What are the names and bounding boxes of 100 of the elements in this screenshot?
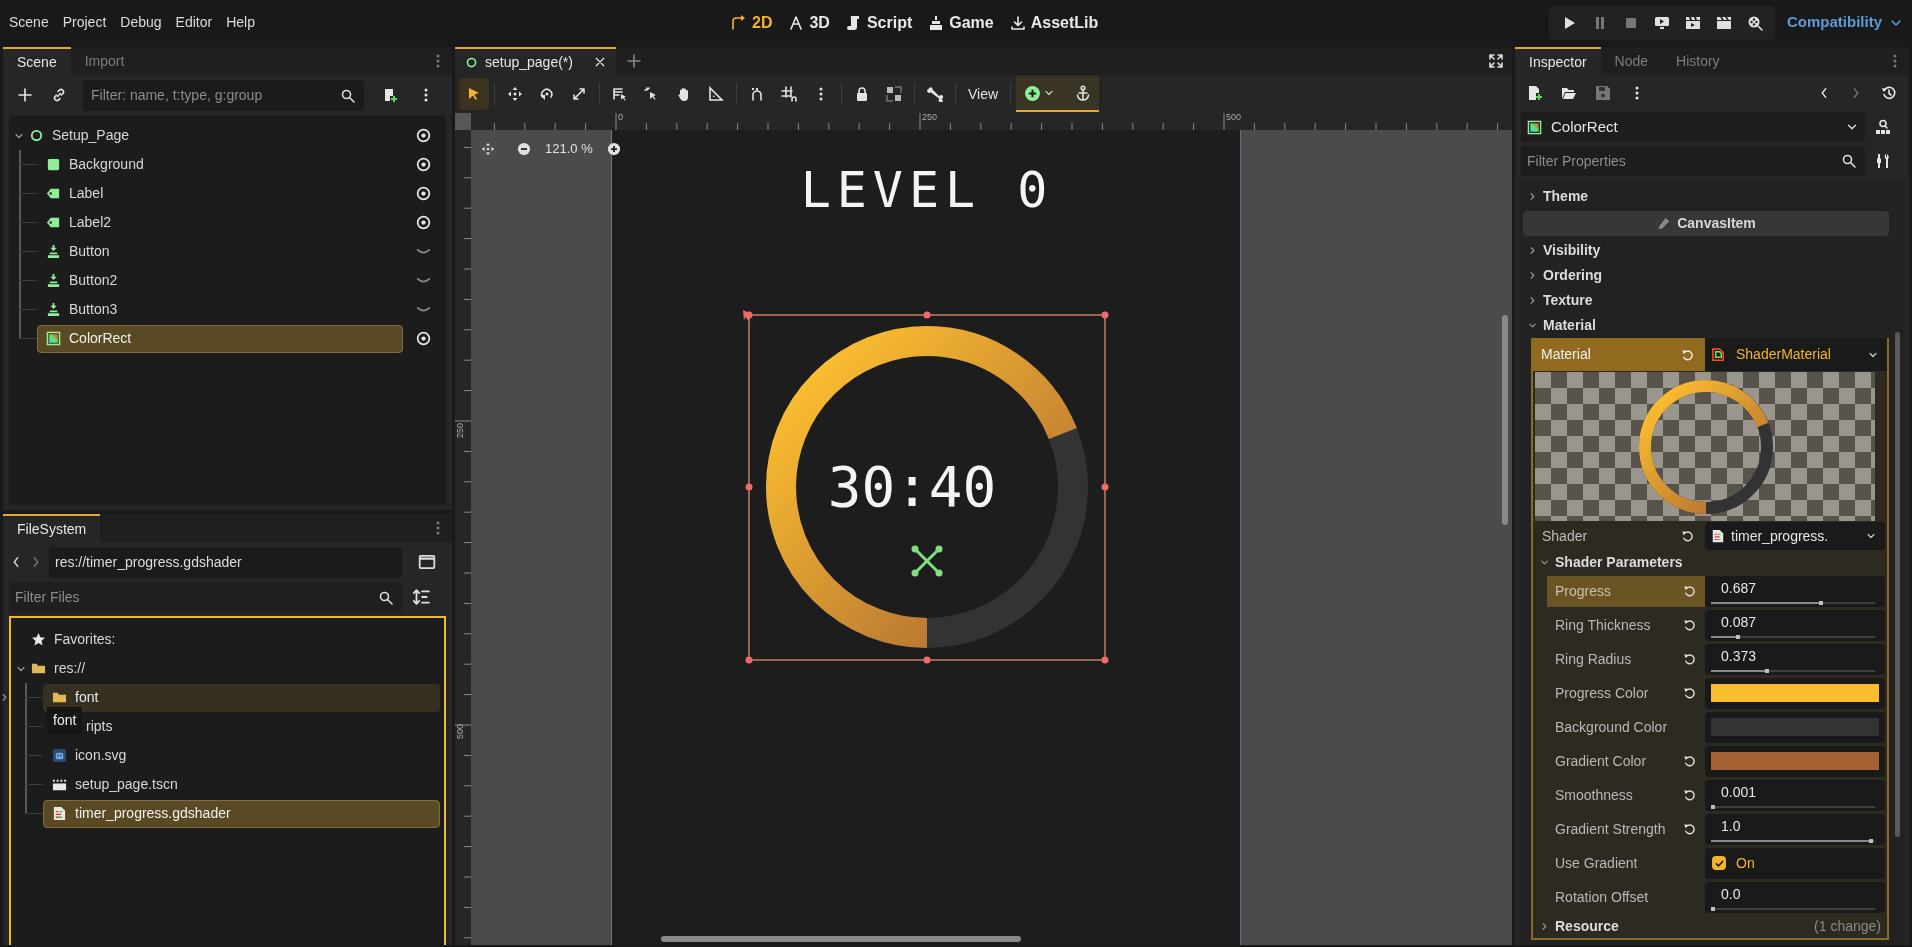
filter-field[interactable]: Filter Properties: [1521, 146, 1865, 176]
tree-item[interactable]: Label2: [37, 208, 403, 237]
tools-icon[interactable]: [1875, 153, 1891, 169]
add-icon[interactable]: [17, 87, 33, 103]
lock-icon[interactable]: [854, 86, 870, 102]
window-icon[interactable]: [418, 553, 436, 571]
dock-tab[interactable]: FileSystem: [3, 514, 101, 542]
number-slider[interactable]: 0.0: [1705, 881, 1885, 913]
eye-icon[interactable]: [415, 185, 432, 202]
group-icon[interactable]: [886, 86, 902, 102]
scrollbar-thumb[interactable]: [1502, 315, 1508, 525]
new-file-icon[interactable]: [1527, 84, 1543, 101]
dock-tab[interactable]: Scene: [3, 47, 71, 75]
chevron-right-icon[interactable]: [0, 692, 10, 703]
eye-icon[interactable]: [415, 330, 432, 347]
menu-item[interactable]: Project: [55, 8, 114, 37]
workspace-tab[interactable]: AssetLib: [1002, 6, 1106, 39]
revert-icon[interactable]: [1683, 584, 1697, 598]
workspace-tab[interactable]: Script: [838, 6, 920, 39]
tree-item[interactable]: icon.svg: [43, 741, 440, 770]
eye-icon[interactable]: [415, 156, 432, 173]
tool-button[interactable]: [459, 78, 489, 110]
dock-tab[interactable]: Import: [70, 47, 139, 75]
add-tab-icon[interactable]: [625, 53, 642, 69]
node-selector[interactable]: ColorRect: [1521, 112, 1865, 142]
filter-field[interactable]: Filter: name, t:type, g:group: [83, 79, 364, 111]
menu-item[interactable]: Scene: [2, 8, 56, 37]
number-slider[interactable]: 0.001: [1705, 779, 1885, 811]
slider-handle[interactable]: [1869, 839, 1873, 843]
tree-item[interactable]: ColorRect: [37, 324, 403, 353]
section-header[interactable]: Visibility: [1523, 238, 1889, 263]
color-field[interactable]: [1705, 711, 1885, 743]
revert-icon[interactable]: [1683, 618, 1697, 632]
zoom-in-icon[interactable]: [606, 141, 621, 156]
renderer-dropdown[interactable]: Compatibility: [1787, 11, 1904, 34]
anchor-icon[interactable]: [1075, 85, 1092, 101]
screen-icon[interactable]: [1654, 14, 1670, 31]
tree-item[interactable]: setup_page.tscn: [43, 770, 440, 799]
tree-item[interactable]: Button: [37, 237, 403, 266]
tree-item[interactable]: res://: [29, 658, 88, 679]
section-header[interactable]: Texture: [1523, 288, 1889, 313]
magnet-icon[interactable]: [749, 86, 765, 102]
script-add-icon[interactable]: [382, 87, 398, 103]
revert-icon[interactable]: [1683, 652, 1697, 666]
workspace-tab[interactable]: 3D: [781, 6, 837, 39]
save-icon[interactable]: [1595, 84, 1611, 101]
link-icon[interactable]: [51, 87, 67, 103]
pivot-cross-icon[interactable]: [911, 545, 943, 577]
menu-item[interactable]: Debug: [113, 8, 169, 37]
list-select-icon[interactable]: [612, 86, 628, 102]
slider-handle[interactable]: [1819, 601, 1824, 605]
revert-icon[interactable]: [1683, 788, 1697, 802]
number-slider[interactable]: 0.687: [1705, 575, 1885, 607]
section-header[interactable]: Ordering: [1523, 263, 1889, 288]
number-slider[interactable]: 0.087: [1705, 609, 1885, 641]
eye-icon[interactable]: [415, 214, 432, 231]
number-slider[interactable]: 0.373: [1705, 643, 1885, 675]
filter-field[interactable]: Filter Files: [9, 581, 402, 613]
resource-picker[interactable]: ShaderMaterial: [1705, 338, 1887, 371]
section-header[interactable]: Resource (1 change): [1533, 914, 1887, 938]
scrollbar-thumb[interactable]: [1895, 332, 1900, 837]
tree-item[interactable]: Setup_Page: [25, 122, 415, 149]
ruler-icon[interactable]: [708, 86, 724, 102]
tree-item[interactable]: Background: [37, 150, 403, 179]
close-icon[interactable]: [593, 56, 606, 68]
revert-icon[interactable]: [1683, 754, 1697, 768]
sort-icon[interactable]: [412, 588, 430, 606]
zoom-out-icon[interactable]: [517, 141, 531, 156]
check-button[interactable]: On: [1705, 847, 1885, 879]
tree-item[interactable]: font: [43, 683, 440, 712]
tree-item[interactable]: timer_progress.gdshader: [43, 799, 440, 828]
selection-frame[interactable]: [743, 310, 1109, 664]
revert-icon[interactable]: [1683, 686, 1697, 700]
checkbox[interactable]: [1712, 856, 1726, 870]
color-field[interactable]: [1705, 677, 1885, 709]
doc-search-icon[interactable]: [1875, 119, 1891, 135]
slider-handle[interactable]: [1710, 805, 1715, 809]
number-slider[interactable]: 1.0: [1705, 813, 1885, 845]
dock-tab[interactable]: Node: [1600, 47, 1663, 75]
menu-item[interactable]: Editor: [168, 8, 220, 37]
revert-icon[interactable]: [1681, 529, 1695, 543]
path-field[interactable]: res://timer_progress.gdshader: [49, 546, 402, 578]
menu-item[interactable]: Help: [219, 8, 262, 37]
slider-handle[interactable]: [1710, 907, 1715, 911]
rotate-icon[interactable]: [539, 86, 555, 102]
scale-icon[interactable]: [571, 86, 587, 102]
view-menu-button[interactable]: View: [961, 78, 1006, 110]
bone-icon[interactable]: [927, 86, 943, 102]
tree-item[interactable]: Button2: [37, 266, 403, 295]
film-reel-icon[interactable]: [1747, 14, 1763, 31]
workspace-tab[interactable]: 2D: [724, 6, 780, 39]
fullscreen-icon[interactable]: [1488, 53, 1504, 69]
dock-tab[interactable]: History: [1662, 47, 1734, 75]
section-header[interactable]: Material: [1523, 313, 1889, 338]
section-header[interactable]: Theme: [1523, 184, 1889, 209]
dock-tab[interactable]: Inspector: [1515, 47, 1601, 75]
editor-tab[interactable]: setup_page(*): [455, 47, 616, 75]
zoom-reset-button[interactable]: 121.0 %: [541, 139, 597, 159]
clapper-icon[interactable]: [1716, 14, 1732, 31]
tree-item[interactable]: Button3: [37, 295, 403, 324]
